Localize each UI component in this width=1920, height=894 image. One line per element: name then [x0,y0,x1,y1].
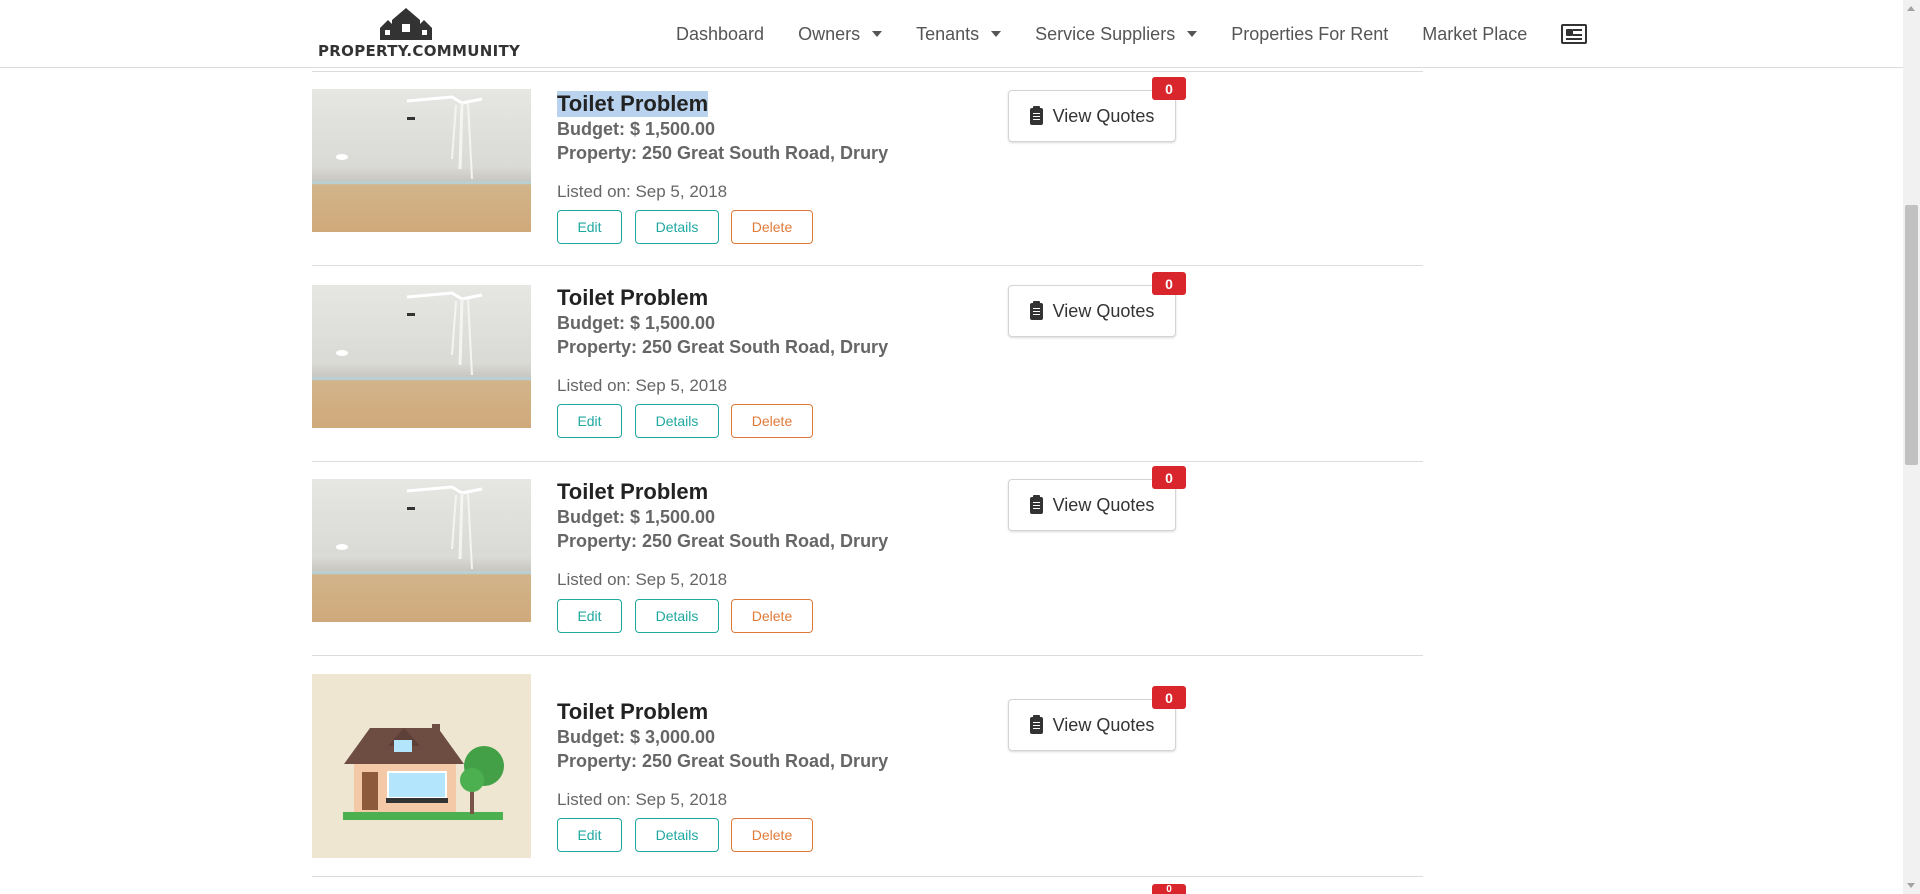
view-quotes-button[interactable]: View Quotes [1008,90,1176,142]
quotes-count-badge: 0 [1152,272,1186,295]
details-button[interactable]: Details [635,818,719,852]
listing-image-house[interactable] [312,674,531,858]
edit-button[interactable]: Edit [557,599,622,633]
nav-service-suppliers[interactable]: Service Suppliers [1035,23,1198,45]
quotes-count-badge: 0 [1152,884,1186,894]
listing-row: Toilet Problem Budget: $ 1,500.00 Proper… [312,265,1423,461]
nav-tenants[interactable]: Tenants [916,23,1002,45]
quotes-count-badge: 0 [1152,77,1186,100]
nav-market-place-label: Market Place [1422,23,1528,44]
listing-title: Toilet Problem [557,479,709,504]
scroll-up-icon[interactable] [1907,6,1915,11]
view-quotes-button[interactable]: View Quotes [1008,285,1176,337]
listing-property: Property: 250 Great South Road, Drury [557,143,889,163]
listing-row: Toilet Problem Budget: $ 1,500.00 Proper… [312,71,1423,265]
delete-button[interactable]: Delete [731,599,813,633]
details-button[interactable]: Details [635,599,719,633]
site-logo[interactable]: PROPERTY.COMMUNITY [318,4,520,62]
profile-card-icon[interactable] [1561,24,1588,44]
nav-properties-for-rent-label: Properties For Rent [1231,23,1389,44]
listing-row: Toilet Problem Budget: $ 1,500.00 Proper… [312,461,1423,655]
listing-image-leak[interactable] [312,89,531,232]
chevron-down-icon [991,31,1002,37]
view-quotes-label: View Quotes [1052,494,1155,515]
listing-image-leak[interactable] [312,285,531,428]
listing-title: Toilet Problem [557,699,709,724]
view-quotes-label: View Quotes [1052,105,1155,126]
logo-houses-icon [380,8,432,40]
nav-owners[interactable]: Owners [798,23,883,45]
delete-button[interactable]: Delete [731,404,813,438]
listing-date: Listed on: Sep 5, 2018 [557,790,728,809]
nav-market-place[interactable]: Market Place [1422,24,1527,45]
listing-date: Listed on: Sep 5, 2018 [557,570,728,589]
details-button[interactable]: Details [635,210,719,244]
nav-dashboard-label: Dashboard [676,23,765,44]
listing-date: Listed on: Sep 5, 2018 [557,182,728,201]
clipboard-icon [1029,714,1043,734]
nav-service-suppliers-label: Service Suppliers [1035,23,1176,44]
listing-budget: Budget: $ 1,500.00 [557,119,716,139]
listing-image-leak[interactable] [312,479,531,622]
clipboard-icon [1029,300,1043,320]
edit-button[interactable]: Edit [557,210,622,244]
row-divider [312,876,1423,877]
nav-tenants-label: Tenants [916,23,980,44]
listing-property: Property: 250 Great South Road, Drury [557,531,889,551]
listing-property: Property: 250 Great South Road, Drury [557,337,889,357]
scroll-down-icon[interactable] [1907,883,1915,888]
top-navbar: PROPERTY.COMMUNITY Dashboard Owners Tena… [0,0,1903,68]
listing-budget: Budget: $ 3,000.00 [557,727,716,747]
view-quotes-button[interactable]: View Quotes [1008,479,1176,531]
quotes-count-badge: 0 [1152,686,1186,709]
delete-button[interactable]: Delete [731,818,813,852]
scrollbar-thumb[interactable] [1905,205,1918,465]
details-button[interactable]: Details [635,404,719,438]
chevron-down-icon [1187,31,1198,37]
page-scrollbar[interactable] [1903,0,1920,894]
listing-property: Property: 250 Great South Road, Drury [557,751,889,771]
nav-properties-for-rent[interactable]: Properties For Rent [1231,24,1388,45]
listing-budget: Budget: $ 1,500.00 [557,313,716,333]
listing-row: Toilet Problem Budget: $ 3,000.00 Proper… [312,655,1423,876]
chevron-down-icon [872,31,883,37]
clipboard-icon [1029,105,1043,125]
nav-owners-label: Owners [798,23,861,44]
quotes-count-badge: 0 [1152,466,1186,489]
edit-button[interactable]: Edit [557,818,622,852]
main-nav: Dashboard Owners Tenants Service Supplie… [676,0,1588,68]
clipboard-icon [1029,494,1043,514]
listing-date: Listed on: Sep 5, 2018 [557,376,728,395]
listing-title: Toilet Problem [557,91,709,117]
nav-dashboard[interactable]: Dashboard [676,24,764,45]
delete-button[interactable]: Delete [731,210,813,244]
listing-title: Toilet Problem [557,285,709,310]
edit-button[interactable]: Edit [557,404,622,438]
logo-text: PROPERTY.COMMUNITY [318,42,521,60]
view-quotes-label: View Quotes [1052,714,1155,735]
view-quotes-label: View Quotes [1052,300,1155,321]
listing-budget: Budget: $ 1,500.00 [557,507,716,527]
view-quotes-button[interactable]: View Quotes [1008,699,1176,751]
